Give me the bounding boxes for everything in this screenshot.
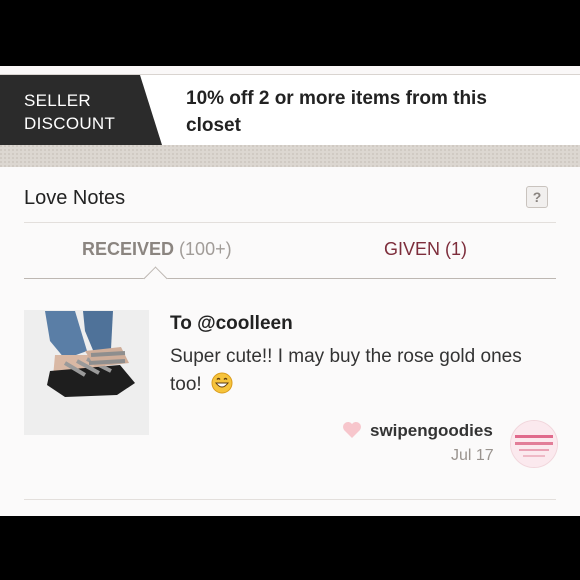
heart-icon xyxy=(343,422,361,438)
tab-received-label: RECEIVED xyxy=(82,239,175,259)
seller-discount-banner[interactable]: SELLER DISCOUNT 10% off 2 or more items … xyxy=(0,74,580,146)
section-title: Love Notes xyxy=(24,187,126,209)
note-message: Super cute!! I may buy the rose gold one… xyxy=(170,343,540,399)
divider xyxy=(24,499,556,500)
section-separator xyxy=(0,145,580,167)
active-tab-caret-icon xyxy=(143,266,168,291)
listing-thumbnail[interactable] xyxy=(24,310,149,435)
note-recipient[interactable]: To @coolleen xyxy=(170,313,293,335)
love-notes-screen: SELLER DISCOUNT 10% off 2 or more items … xyxy=(0,66,580,516)
discount-message: 10% off 2 or more items from this closet xyxy=(186,88,487,136)
tab-received[interactable]: RECEIVED (100+) xyxy=(82,239,232,260)
tab-received-count: (100+) xyxy=(179,239,232,259)
help-icon[interactable]: ? xyxy=(526,186,548,208)
badge-line-2: DISCOUNT xyxy=(24,114,116,133)
divider xyxy=(24,222,556,223)
love-notes-card: Love Notes ? RECEIVED (100+) GIVEN (1) T… xyxy=(0,167,580,516)
sender-avatar[interactable] xyxy=(510,420,558,468)
note-sender[interactable]: swipengoodies xyxy=(370,421,493,441)
badge-line-1: SELLER xyxy=(24,91,92,110)
seller-discount-badge: SELLER DISCOUNT xyxy=(0,75,162,145)
tab-underline xyxy=(24,278,556,279)
badge-text: SELLER DISCOUNT xyxy=(24,89,144,135)
tab-given[interactable]: GIVEN (1) xyxy=(384,239,467,260)
note-date: Jul 17 xyxy=(451,447,494,464)
grinning-face-icon xyxy=(211,372,233,394)
